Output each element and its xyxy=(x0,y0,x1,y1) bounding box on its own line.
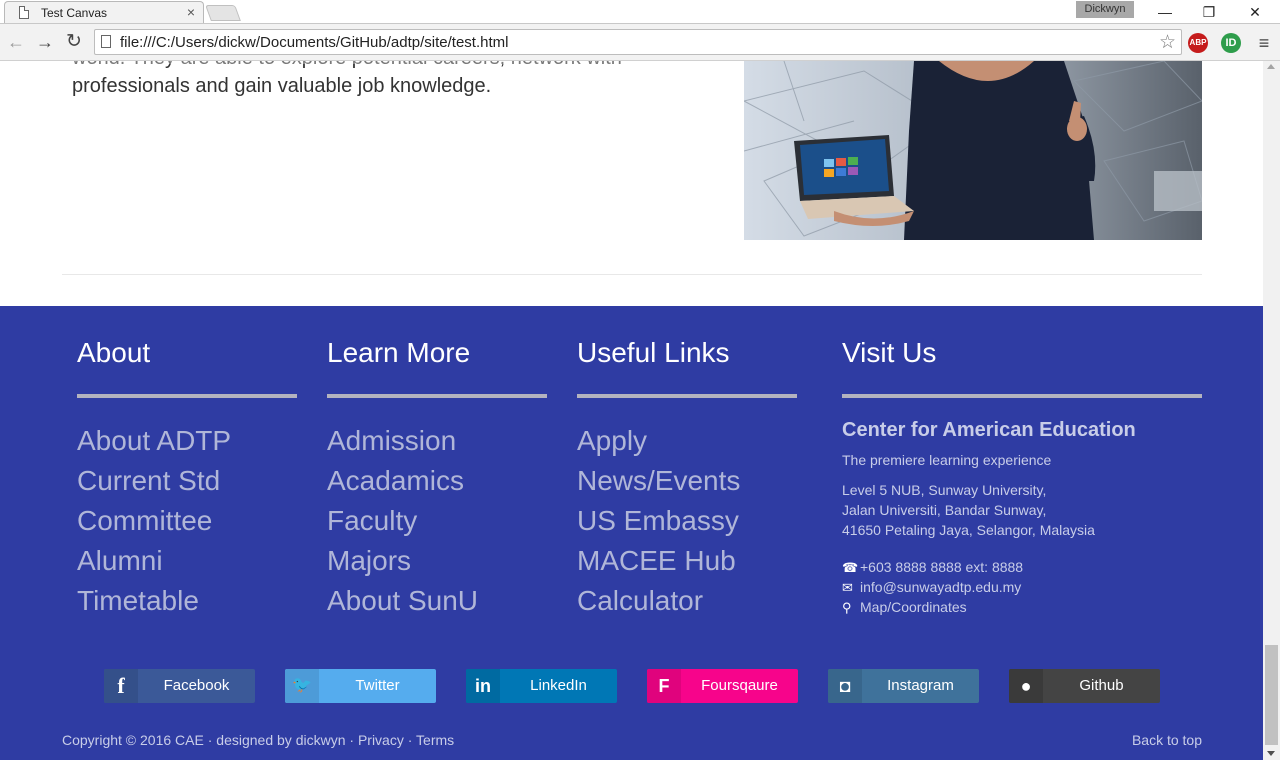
scrollbar-thumb[interactable] xyxy=(1265,645,1278,745)
social-label: Instagram xyxy=(887,677,954,694)
footer-link-timetable[interactable]: Timetable xyxy=(77,581,231,621)
title-bar: Test Canvas × Dickwyn — ❐ ✕ xyxy=(0,0,1280,24)
close-window-button[interactable]: ✕ xyxy=(1232,0,1278,24)
terms-link[interactable]: Terms xyxy=(416,732,454,748)
footer-link-committee[interactable]: Committee xyxy=(77,501,231,541)
profile-badge[interactable]: Dickwyn xyxy=(1076,1,1134,18)
page-icon xyxy=(101,35,111,48)
social-label: LinkedIn xyxy=(530,677,587,694)
address: Level 5 NUB, Sunway University, Jalan Un… xyxy=(842,480,1095,540)
forward-button[interactable]: → xyxy=(33,30,57,54)
learn-more-heading: Learn More xyxy=(327,337,471,368)
social-label: Twitter xyxy=(355,677,400,694)
organization-tagline: The premiere learning experience xyxy=(842,452,1052,468)
site-footer: About About ADTP Current Std Committee A… xyxy=(0,306,1263,760)
tab-title: Test Canvas xyxy=(41,6,108,20)
address-bar[interactable]: file:///C:/Users/dickw/Documents/GitHub/… xyxy=(94,29,1182,55)
github-button[interactable]: ● Github xyxy=(1009,669,1160,703)
social-label: Foursqaure xyxy=(701,677,778,694)
footer-link-news-events[interactable]: News/Events xyxy=(577,461,740,501)
footer-link-about-sunu[interactable]: About SunU xyxy=(327,581,478,621)
copyright-text: Copyright © 2016 CAE xyxy=(62,732,204,748)
browser-menu-button[interactable]: ≡ xyxy=(1254,32,1274,54)
intro-paragraph: world. They are able to explore potentia… xyxy=(72,61,622,97)
useful-links: Apply News/Events US Embassy MACEE Hub C… xyxy=(577,421,740,621)
page-viewport: world. They are able to explore potentia… xyxy=(0,61,1263,760)
page-icon xyxy=(19,6,29,19)
facebook-button[interactable]: f Facebook xyxy=(104,669,255,703)
footer-link-calculator[interactable]: Calculator xyxy=(577,581,740,621)
heading-rule xyxy=(577,394,797,398)
map-link[interactable]: Map/Coordinates xyxy=(860,599,967,615)
separator: · xyxy=(207,732,213,748)
browser-tab[interactable]: Test Canvas × xyxy=(4,1,204,24)
organization-name: Center for American Education xyxy=(842,419,1136,441)
about-links: About ADTP Current Std Committee Alumni … xyxy=(77,421,231,621)
linkedin-button[interactable]: in LinkedIn xyxy=(466,669,617,703)
back-to-top-link[interactable]: Back to top xyxy=(1132,732,1202,748)
scroll-down-arrow[interactable] xyxy=(1267,751,1275,756)
heading-rule xyxy=(327,394,547,398)
social-label: Github xyxy=(1079,677,1124,694)
envelope-icon: ✉ xyxy=(842,580,853,595)
instagram-icon: ◘ xyxy=(828,669,862,703)
url-text[interactable]: file:///C:/Users/dickw/Documents/GitHub/… xyxy=(120,34,508,51)
visit-heading: Visit Us xyxy=(842,337,937,368)
reload-button[interactable]: ↻ xyxy=(62,30,86,54)
designed-by-link[interactable]: designed by dickwyn xyxy=(216,732,345,748)
email-address[interactable]: info@sunwayadtp.edu.my xyxy=(860,579,1021,595)
social-label: Facebook xyxy=(163,677,230,694)
address-line: Level 5 NUB, Sunway University, xyxy=(842,482,1047,498)
useful-links-heading: Useful Links xyxy=(577,337,730,368)
footer-link-about-adtp[interactable]: About ADTP xyxy=(77,421,231,461)
vertical-scrollbar[interactable] xyxy=(1263,61,1280,760)
address-line: 41650 Petaling Jaya, Selangor, Malaysia xyxy=(842,522,1095,538)
footer-link-current-std[interactable]: Current Std xyxy=(77,461,231,501)
twitter-icon: 🐦 xyxy=(285,669,319,703)
github-icon: ● xyxy=(1009,669,1043,703)
heading-rule xyxy=(842,394,1202,398)
minimize-button[interactable]: — xyxy=(1142,0,1188,24)
email-contact[interactable]: ✉ info@sunwayadtp.edu.my xyxy=(842,577,1021,597)
heading-rule xyxy=(77,394,297,398)
learn-more-links: Admission Acadamics Faculty Majors About… xyxy=(327,421,478,621)
presenter-photo xyxy=(744,61,1202,240)
footer-link-admission[interactable]: Admission xyxy=(327,421,478,461)
presenter-illustration xyxy=(744,61,1202,240)
facebook-icon: f xyxy=(104,669,138,703)
phone-icon: ☎ xyxy=(842,560,859,575)
footer-link-apply[interactable]: Apply xyxy=(577,421,740,461)
new-tab-button[interactable] xyxy=(205,5,241,21)
foursquare-icon: F xyxy=(647,669,681,703)
copyright-bar: Copyright © 2016 CAE · designed by dickw… xyxy=(62,732,454,748)
id-extension-icon[interactable]: ID xyxy=(1221,33,1241,53)
footer-link-acadamics[interactable]: Acadamics xyxy=(327,461,478,501)
linkedin-icon: in xyxy=(466,669,500,703)
foursquare-button[interactable]: F Foursqaure xyxy=(647,669,798,703)
twitter-button[interactable]: 🐦 Twitter xyxy=(285,669,436,703)
about-heading: About xyxy=(77,337,151,368)
scroll-up-arrow[interactable] xyxy=(1267,64,1275,69)
footer-link-macee-hub[interactable]: MACEE Hub xyxy=(577,541,740,581)
map-marker-icon: ⚲ xyxy=(842,600,852,615)
address-line: Jalan Universiti, Bandar Sunway, xyxy=(842,502,1047,518)
maximize-button[interactable]: ❐ xyxy=(1186,0,1232,24)
phone-contact: ☎ +603 8888 8888 ext: 8888 xyxy=(842,557,1023,577)
map-contact[interactable]: ⚲ Map/Coordinates xyxy=(842,597,967,617)
footer-link-majors[interactable]: Majors xyxy=(327,541,478,581)
privacy-link[interactable]: Privacy xyxy=(358,732,404,748)
section-divider xyxy=(62,274,1202,275)
separator: · xyxy=(349,732,355,748)
back-button[interactable]: ← xyxy=(4,30,28,54)
footer-link-us-embassy[interactable]: US Embassy xyxy=(577,501,740,541)
instagram-button[interactable]: ◘ Instagram xyxy=(828,669,979,703)
phone-number: +603 8888 8888 ext: 8888 xyxy=(860,559,1024,575)
footer-link-alumni[interactable]: Alumni xyxy=(77,541,231,581)
footer-link-faculty[interactable]: Faculty xyxy=(327,501,478,541)
separator: · xyxy=(407,732,413,748)
tab-close-icon[interactable]: × xyxy=(187,4,195,20)
bookmark-star-icon[interactable]: ☆ xyxy=(1159,31,1176,54)
adblock-extension-icon[interactable]: ABP xyxy=(1188,33,1208,53)
browser-toolbar: ← → ↻ file:///C:/Users/dickw/Documents/G… xyxy=(0,24,1280,61)
